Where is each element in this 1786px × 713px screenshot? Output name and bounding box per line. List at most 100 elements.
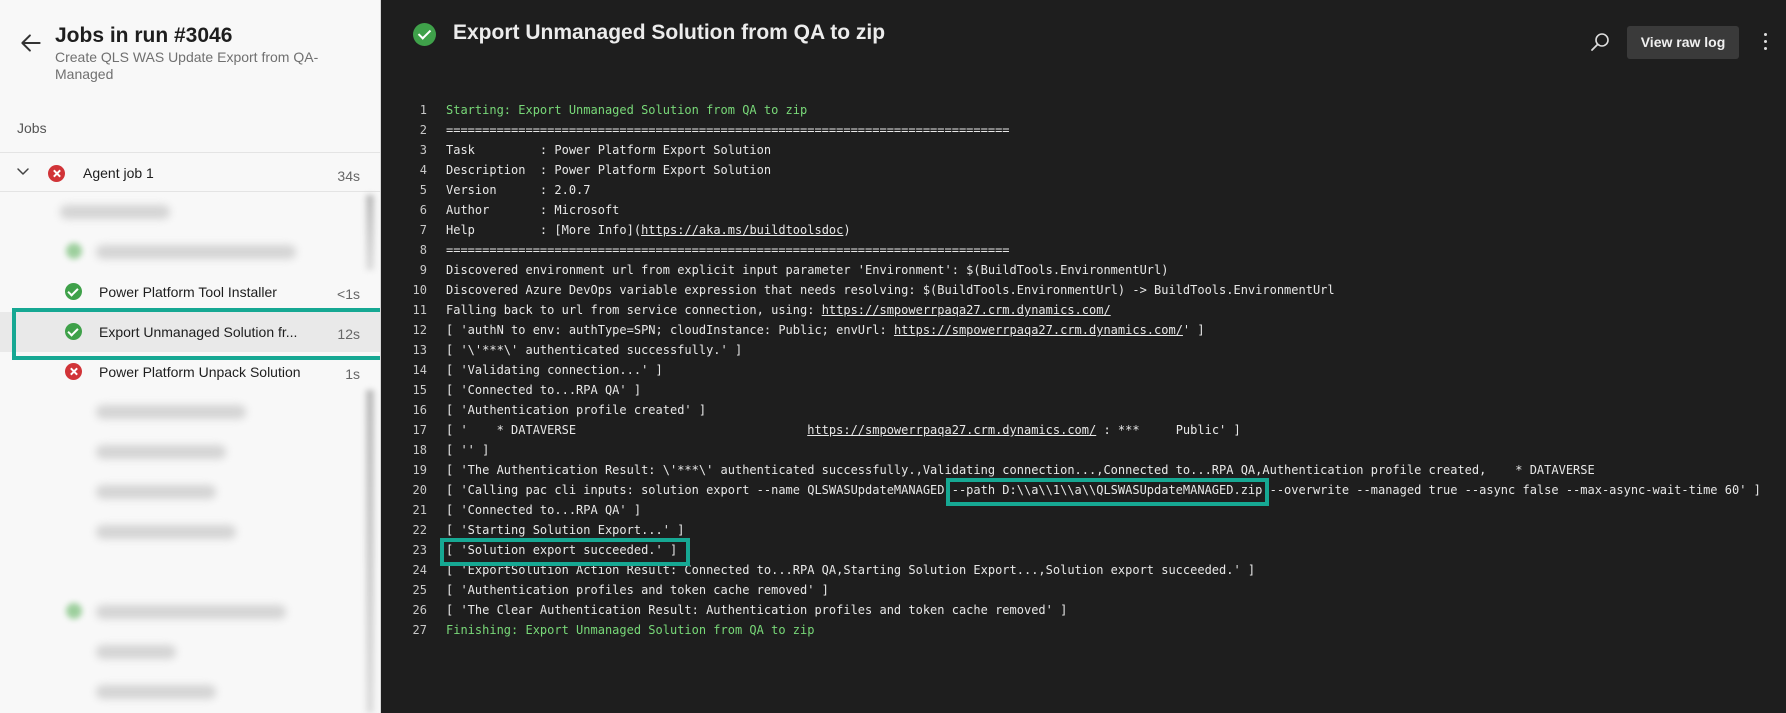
search-icon[interactable] xyxy=(1588,30,1612,54)
log-text: [ 'Authentication profile created' ] xyxy=(446,403,707,417)
line-number: 17 xyxy=(412,423,427,437)
line-number: 8 xyxy=(419,243,427,257)
log-text: [ 'Connected to...RPA QA' ] xyxy=(446,383,642,397)
log-text-segment: : *** Public' ] xyxy=(1096,423,1241,437)
step-duration: 1s xyxy=(345,366,360,382)
line-number: 3 xyxy=(419,143,427,157)
log-text: [ '' ] xyxy=(446,443,490,457)
log-text: [ 'Starting Solution Export...' ] xyxy=(446,523,685,537)
line-number: 27 xyxy=(412,623,427,637)
step-name: Power Platform Tool Installer xyxy=(99,284,277,300)
step-name: Export Unmanaged Solution fr... xyxy=(99,324,298,340)
log-text: ========================================… xyxy=(446,123,1010,137)
log-text-segment: Help : [More Info]( xyxy=(446,223,642,237)
log-text: [ 'Authentication profiles and token cac… xyxy=(446,583,829,597)
redacted-status-icon xyxy=(66,243,82,259)
view-raw-log-button[interactable]: View raw log xyxy=(1627,26,1739,59)
back-arrow-icon[interactable] xyxy=(18,30,44,56)
step-duration: <1s xyxy=(337,286,360,302)
line-number: 4 xyxy=(419,163,427,177)
line-number: 9 xyxy=(419,263,427,277)
log-text: [ 'The Clear Authentication Result: Auth… xyxy=(446,603,1068,617)
line-number: 26 xyxy=(412,603,427,617)
step-title: Export Unmanaged Solution from QA to zip xyxy=(453,21,886,44)
line-number: 10 xyxy=(412,283,427,297)
step-unpack-solution[interactable]: Power Platform Unpack Solution 1s xyxy=(0,352,380,392)
line-number: 21 xyxy=(412,503,427,517)
agent-job-name: Agent job 1 xyxy=(83,165,154,181)
line-number: 5 xyxy=(419,183,427,197)
log-text: [ 'Validating connection...' ] xyxy=(446,363,663,377)
line-number: 18 xyxy=(412,443,427,457)
step-tool-installer[interactable]: Power Platform Tool Installer <1s xyxy=(0,272,380,312)
log-text-segment: ) xyxy=(843,223,851,237)
line-number: 24 xyxy=(412,563,427,577)
log-text: [ ' * DATAVERSE https://smpowerrpaqa27.c… xyxy=(446,423,1241,437)
redacted-step xyxy=(96,445,226,459)
log-text: Discovered Azure DevOps variable express… xyxy=(446,283,1335,297)
redacted-step xyxy=(96,245,296,259)
agent-job-duration: 34s xyxy=(337,168,360,184)
line-number: 7 xyxy=(419,223,427,237)
redacted-step xyxy=(60,205,170,219)
check-icon xyxy=(413,23,436,46)
line-number: 23 xyxy=(412,543,427,557)
log-text: Author : Microsoft xyxy=(446,203,620,217)
log-text: [ 'The Authentication Result: \'***\' au… xyxy=(446,463,1595,477)
log-link[interactable]: https://smpowerrpaqa27.crm.dynamics.com/ xyxy=(822,303,1111,317)
log-text: [ 'Connected to...RPA QA' ] xyxy=(446,503,642,517)
redacted-step xyxy=(96,645,176,659)
log-text: Description : Power Platform Export Solu… xyxy=(446,163,772,177)
log-text-segment: [ ' * DATAVERSE xyxy=(446,423,808,437)
log-link[interactable]: https://smpowerrpaqa27.crm.dynamics.com/ xyxy=(807,423,1096,437)
log-text: Version : 2.0.7 xyxy=(446,183,591,197)
redacted-step xyxy=(96,405,246,419)
line-number: 6 xyxy=(419,203,427,217)
line-number: 19 xyxy=(412,463,427,477)
line-number: 11 xyxy=(412,303,427,317)
log-link[interactable]: https://smpowerrpaqa27.crm.dynamics.com/ xyxy=(894,323,1183,337)
log-text: Discovered environment url from explicit… xyxy=(446,263,1169,277)
log-text: [ 'Solution export succeeded.' ] xyxy=(446,543,678,557)
log-text: Starting: Export Unmanaged Solution from… xyxy=(446,103,808,117)
log-text: Task : Power Platform Export Solution xyxy=(446,143,772,157)
log-link[interactable]: https://aka.ms/buildtoolsdoc xyxy=(641,223,843,237)
log-panel: Export Unmanaged Solution from QA to zip… xyxy=(381,0,1786,713)
line-number: 25 xyxy=(412,583,427,597)
log-text-segment: [ 'authN to env: authType=SPN; cloudInst… xyxy=(446,323,894,337)
jobs-sidebar: Jobs in run #3046 Create QLS WAS Update … xyxy=(0,0,381,713)
step-name: Power Platform Unpack Solution xyxy=(99,364,301,380)
step-duration: 12s xyxy=(337,326,360,342)
redacted-step xyxy=(96,605,286,619)
line-number: 22 xyxy=(412,523,427,537)
log-text: [ '\'***\' authenticated successfully.' … xyxy=(446,343,743,357)
line-number: 14 xyxy=(412,363,427,377)
line-number: 2 xyxy=(419,123,427,137)
line-number: 20 xyxy=(412,483,427,497)
redacted-scroll-area xyxy=(366,390,374,713)
check-icon xyxy=(65,283,82,300)
line-number: 13 xyxy=(412,343,427,357)
log-text: Falling back to url from service connect… xyxy=(446,303,1111,317)
log-text-segment: ' ] xyxy=(1182,323,1205,337)
line-number: 15 xyxy=(412,383,427,397)
log-text: [ 'Calling pac cli inputs: solution expo… xyxy=(446,483,1761,497)
step-export-unmanaged[interactable]: Export Unmanaged Solution fr... 12s xyxy=(0,312,380,352)
log-text: [ 'authN to env: authType=SPN; cloudInst… xyxy=(446,323,1205,337)
redacted-step xyxy=(96,485,216,499)
agent-job-row[interactable]: Agent job 1 34s xyxy=(0,152,380,192)
line-number: 12 xyxy=(412,323,427,337)
check-icon xyxy=(65,323,82,340)
run-title: Jobs in run #3046 xyxy=(55,24,233,47)
log-text: Finishing: Export Unmanaged Solution fro… xyxy=(446,623,815,637)
run-subtitle: Create QLS WAS Update Export from QA-Man… xyxy=(55,49,319,82)
redacted-step xyxy=(96,685,216,699)
line-number: 16 xyxy=(412,403,427,417)
line-number: 1 xyxy=(419,103,427,117)
redacted-step xyxy=(96,525,236,539)
more-icon[interactable] xyxy=(1763,33,1769,53)
chevron-down-icon[interactable] xyxy=(15,163,31,179)
log-text-segment: Falling back to url from service connect… xyxy=(446,303,822,317)
redacted-status-icon xyxy=(66,603,82,619)
error-icon xyxy=(65,363,82,380)
